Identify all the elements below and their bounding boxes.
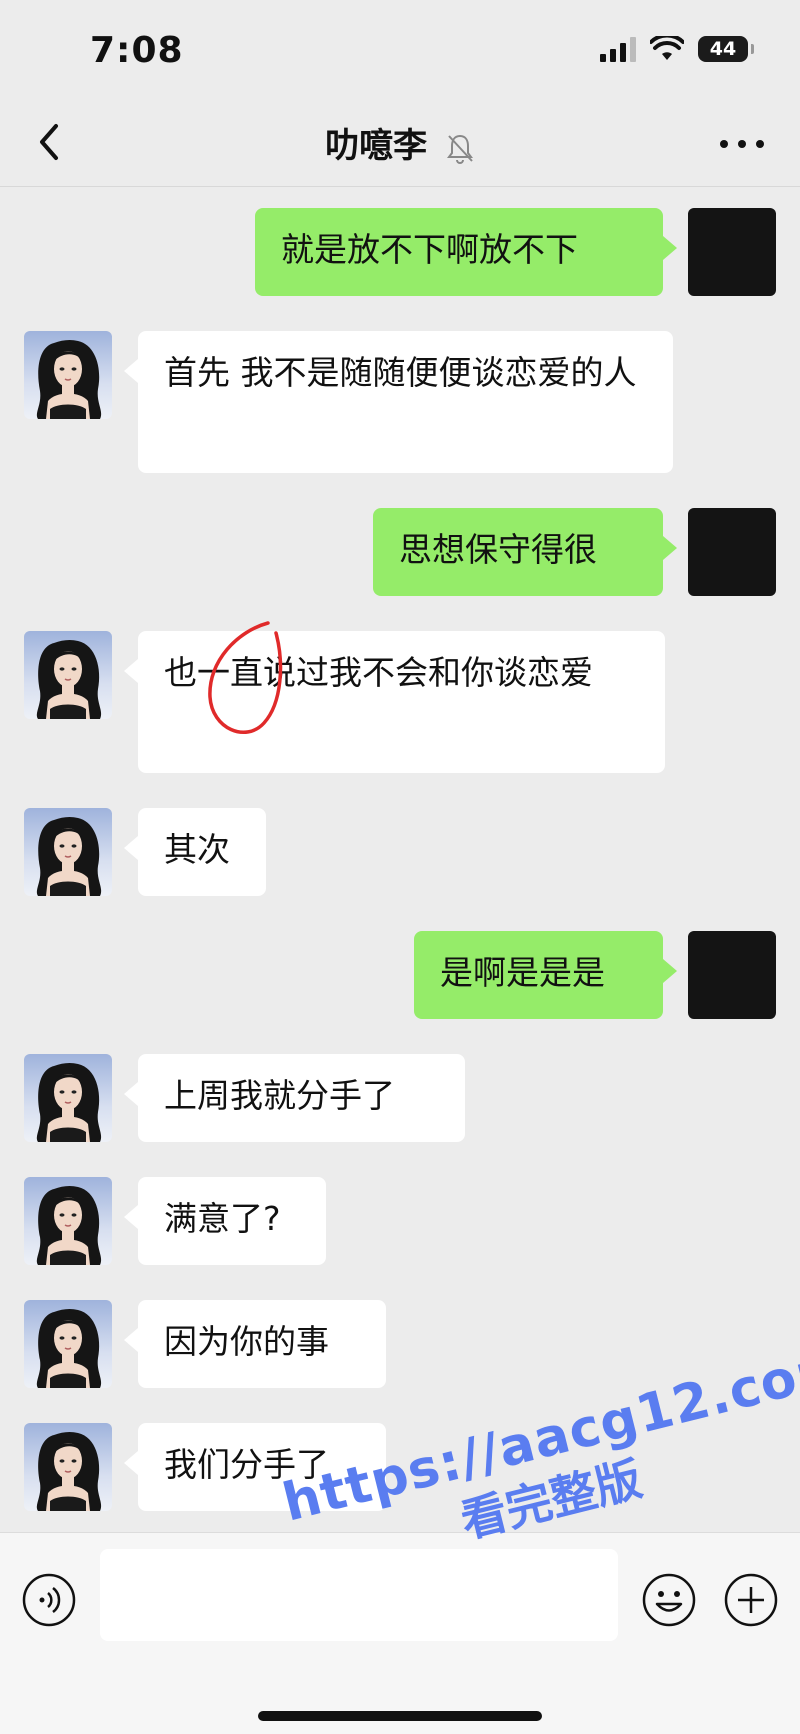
contact-avatar[interactable] xyxy=(24,331,112,419)
self-avatar[interactable] xyxy=(688,208,776,296)
muted-bell-icon xyxy=(446,134,473,164)
battery-icon: 44 xyxy=(698,36,754,62)
message-bubble-incoming[interactable]: 其次 xyxy=(124,808,266,896)
more-options-icon[interactable] xyxy=(714,124,770,164)
status-icons: 44 xyxy=(600,36,754,62)
chat-title-area: 叻噫李 xyxy=(0,118,800,167)
home-indicator xyxy=(258,1711,542,1721)
message-bubble-outgoing[interactable]: 是啊是是是 xyxy=(414,931,677,1019)
self-avatar[interactable] xyxy=(688,931,776,1019)
contact-avatar[interactable] xyxy=(24,1177,112,1265)
chat-header: 叻噫李 xyxy=(0,100,800,187)
chat-title: 叻噫李 xyxy=(325,126,428,166)
status-bar: 7:08 44 xyxy=(0,0,800,100)
contact-avatar[interactable] xyxy=(24,1054,112,1142)
message-bubble-incoming[interactable]: 上周我就分手了 xyxy=(124,1054,465,1142)
red-circle-annotation xyxy=(208,621,283,734)
contact-avatar[interactable] xyxy=(24,1423,112,1511)
message-input[interactable] xyxy=(100,1549,618,1641)
status-time: 7:08 xyxy=(90,30,184,71)
message-bubble-incoming[interactable]: 我们分手了 xyxy=(124,1423,386,1511)
message-bubble-incoming[interactable]: 因为你的事 xyxy=(124,1300,386,1388)
message-bubble-incoming[interactable]: 满意了? xyxy=(124,1177,326,1265)
contact-avatar[interactable] xyxy=(24,631,112,719)
message-bubble-outgoing[interactable]: 就是放不下啊放不下 xyxy=(255,208,677,296)
chat-input-bar xyxy=(0,1532,800,1734)
self-avatar[interactable] xyxy=(688,508,776,596)
contact-avatar[interactable] xyxy=(24,1300,112,1388)
emoji-icon[interactable] xyxy=(642,1573,696,1627)
message-bubble-incoming[interactable]: 首先 我不是随随便便谈恋爱的人 xyxy=(124,331,673,473)
cellular-signal-icon xyxy=(600,36,636,62)
wifi-icon xyxy=(650,36,684,60)
add-attachment-icon[interactable] xyxy=(724,1573,778,1627)
voice-input-icon[interactable] xyxy=(22,1573,76,1627)
contact-avatar[interactable] xyxy=(24,808,112,896)
message-bubble-outgoing[interactable]: 思想保守得很 xyxy=(373,508,677,596)
